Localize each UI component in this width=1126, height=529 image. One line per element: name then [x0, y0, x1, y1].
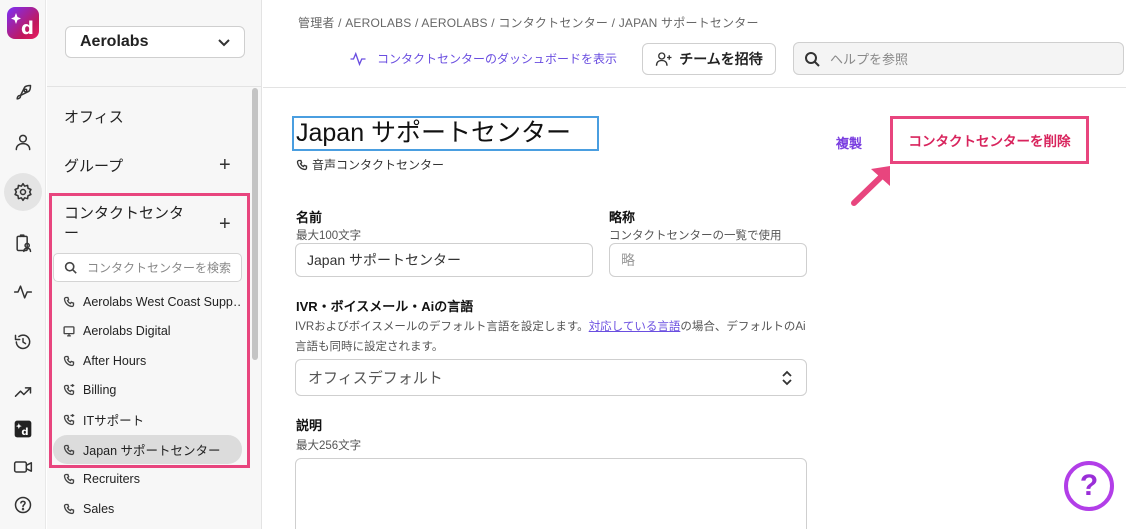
contact-center-item-label: After Hours	[83, 353, 147, 368]
delete-contact-center-button[interactable]: コンタクトセンターを削除	[890, 116, 1089, 164]
phone-icon	[63, 503, 75, 514]
delete-contact-center-label: コンタクトセンターを削除	[908, 134, 1071, 149]
contact-center-item[interactable]: After Hours	[53, 346, 242, 375]
contact-center-item-label: Aerolabs Digital	[83, 324, 171, 339]
abbreviation-placeholder: 略	[621, 252, 635, 268]
contact-center-search-placeholder: コンタクトセンターを検索	[87, 261, 232, 275]
sidebar-item-groups[interactable]: グループ	[64, 155, 123, 176]
contact-center-item[interactable]: Aerolabs Digital	[53, 317, 242, 346]
language-description-text: IVRおよびボイスメールのデフォルト言語を設定します。	[295, 321, 589, 333]
language-select-value: オフィスデフォルト	[308, 370, 443, 387]
contact-center-item-label: Aerolabs West Coast Supp…	[83, 294, 242, 309]
contact-center-item-label: Billing	[83, 383, 117, 398]
help-search-placeholder: ヘルプを参照	[830, 52, 909, 67]
phone-icon	[63, 473, 75, 485]
rocket-icon[interactable]	[8, 78, 38, 108]
monitor-icon	[63, 326, 75, 337]
user-icon[interactable]	[8, 127, 38, 157]
name-hint: 最大100文字	[296, 230, 362, 242]
org-name: Aerolabs	[80, 33, 149, 50]
add-contact-center-button[interactable]: +	[219, 214, 231, 234]
supported-languages-link[interactable]: 対応している言語	[589, 321, 681, 333]
sidebar-divider	[47, 86, 262, 87]
contact-center-item[interactable]: Aerolabs West Coast Supp…	[53, 287, 242, 316]
phone-icon	[296, 159, 308, 170]
breadcrumb: 管理者 / AEROLABS / AEROLABS / コンタクトセンター / …	[298, 16, 759, 30]
icon-rail: d d	[0, 0, 46, 529]
add-group-button[interactable]: +	[219, 155, 231, 175]
description-hint: 最大256文字	[296, 440, 362, 452]
video-icon[interactable]	[8, 452, 38, 482]
contact-center-item[interactable]: ITサポート	[53, 405, 242, 434]
ai-assistant-icon[interactable]: d	[8, 414, 38, 444]
abbreviation-hint: コンタクトセンターの一覧で使用	[609, 230, 782, 242]
contact-center-item[interactable]: Billing	[53, 376, 242, 405]
chevron-up-down-icon	[782, 370, 792, 385]
contact-center-title-input[interactable]: Japan サポートセンター	[292, 116, 599, 151]
search-icon	[805, 51, 820, 67]
pointer-arrow-icon	[851, 166, 890, 206]
user-plus-icon	[656, 52, 672, 66]
activity-icon	[350, 51, 366, 66]
svg-text:d: d	[21, 18, 34, 39]
sidebar-item-offices[interactable]: オフィス	[64, 106, 124, 127]
name-field-value: Japan サポートセンター	[307, 252, 462, 268]
language-label: IVR・ボイスメール・Aiの言語	[296, 299, 474, 314]
description-textarea[interactable]	[295, 458, 807, 529]
contact-center-item-label: Recruiters	[83, 472, 140, 487]
name-field[interactable]: Japan サポートセンター	[295, 243, 593, 277]
help-circle-icon[interactable]	[8, 490, 38, 520]
contact-center-item[interactable]: Sales	[53, 494, 242, 523]
app-root: d d Aerolabs オフィス グループ + コンタクトセンタ ー + コン…	[0, 0, 1126, 529]
contact-center-item-label: Sales	[83, 501, 115, 516]
sparkle-d-icon: d	[11, 13, 34, 39]
help-button[interactable]: ?	[1064, 461, 1114, 511]
sidebar-scrollbar[interactable]	[252, 88, 258, 360]
phone-icon	[63, 296, 75, 307]
dashboard-link-label: コンタクトセンターのダッシュボードを表示	[377, 52, 618, 66]
contact-center-type-label: 音声コンタクトセンター	[312, 158, 445, 172]
org-selector[interactable]: Aerolabs	[65, 26, 245, 58]
contact-center-item-label: ITサポート	[83, 414, 145, 429]
abbreviation-field[interactable]: 略	[609, 243, 807, 277]
gear-icon[interactable]	[4, 173, 42, 211]
app-logo[interactable]: d	[7, 7, 39, 39]
phone-icon	[63, 444, 75, 455]
invite-team-button[interactable]: チームを招待	[642, 43, 776, 75]
svg-text:d: d	[21, 427, 28, 438]
language-select[interactable]: オフィスデフォルト	[295, 359, 807, 396]
header-divider	[263, 87, 1126, 88]
contact-center-item[interactable]: Recruiters	[53, 465, 242, 494]
contact-center-search-input[interactable]: コンタクトセンターを検索	[53, 253, 242, 282]
activity-icon[interactable]	[8, 277, 38, 307]
contact-center-item[interactable]: Japan サポートセンター	[53, 435, 242, 464]
phone-icon	[63, 355, 75, 366]
phone-forward-icon	[63, 384, 75, 396]
sidebar-item-contact-centers[interactable]: コンタクトセンタ ー	[64, 204, 194, 244]
contact-center-type: 音声コンタクトセンター	[296, 156, 444, 173]
settings-sidebar: Aerolabs オフィス グループ + コンタクトセンタ ー + コンタクトセ…	[47, 0, 262, 529]
history-icon[interactable]	[8, 327, 38, 357]
language-description: IVRおよびボイスメールのデフォルト言語を設定します。対応している言語の場合、デ…	[295, 317, 815, 357]
dashboard-link[interactable]: コンタクトセンターのダッシュボードを表示	[349, 50, 617, 67]
chevron-down-icon	[218, 39, 230, 47]
clipboard-person-icon[interactable]	[8, 228, 38, 258]
search-icon	[64, 261, 77, 274]
contact-center-item-label: Japan サポートセンター	[83, 444, 221, 458]
help-search-input[interactable]: ヘルプを参照	[793, 42, 1124, 75]
name-label: 名前	[296, 210, 323, 225]
trending-up-icon[interactable]	[8, 377, 38, 407]
phone-forward-icon	[63, 413, 75, 426]
invite-team-label: チームを招待	[679, 51, 763, 67]
description-label: 説明	[296, 418, 323, 433]
duplicate-button[interactable]: 複製	[836, 133, 862, 152]
abbreviation-label: 略称	[609, 210, 636, 225]
